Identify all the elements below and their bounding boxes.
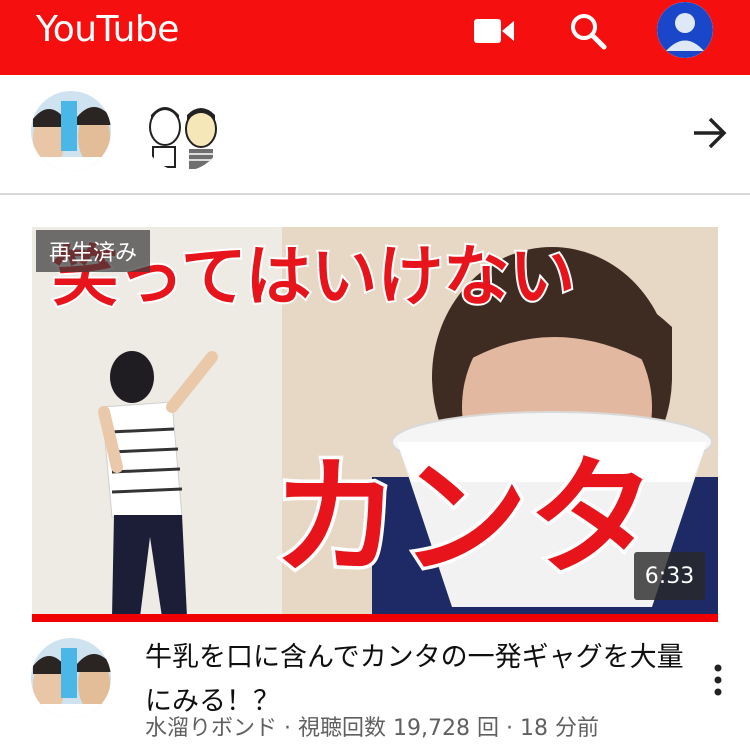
youtube-logo[interactable]: YouTube: [36, 8, 179, 52]
app-header: YouTube: [0, 0, 750, 75]
channel-avatar-illustrated[interactable]: [143, 91, 223, 171]
watched-badge: 再生済み: [36, 230, 150, 272]
channel-avatar-mizutamari-bond[interactable]: [31, 91, 111, 171]
video-camera-icon[interactable]: [466, 10, 522, 52]
arrow-right-icon[interactable]: [690, 113, 730, 153]
meta-separator: ·: [277, 716, 298, 741]
account-icon[interactable]: [657, 2, 713, 58]
thumbnail-overlay-main: カンタ: [272, 444, 656, 593]
upload-age: 18 分前: [519, 716, 599, 741]
video-title[interactable]: 牛乳を口に含んでカンタの一発ギャグを大量にみる！？: [145, 636, 693, 724]
video-thumbnail[interactable]: 笑ってはいけない カンタ: [32, 227, 718, 622]
view-count: 視聴回数 19,728 回: [298, 716, 499, 741]
subscriptions-bar: [0, 75, 750, 195]
watch-progress-fill: [32, 614, 718, 622]
watch-progress-bar: [32, 614, 718, 622]
video-metadata: 水溜りボンド · 視聴回数 19,728 回 · 18 分前: [145, 714, 715, 744]
video-duration: 6:33: [634, 552, 705, 600]
search-icon[interactable]: [560, 10, 616, 52]
more-options-icon[interactable]: [704, 660, 732, 700]
meta-separator-2: ·: [498, 716, 520, 741]
channel-avatar[interactable]: [31, 638, 111, 718]
channel-name[interactable]: 水溜りボンド: [145, 716, 277, 741]
